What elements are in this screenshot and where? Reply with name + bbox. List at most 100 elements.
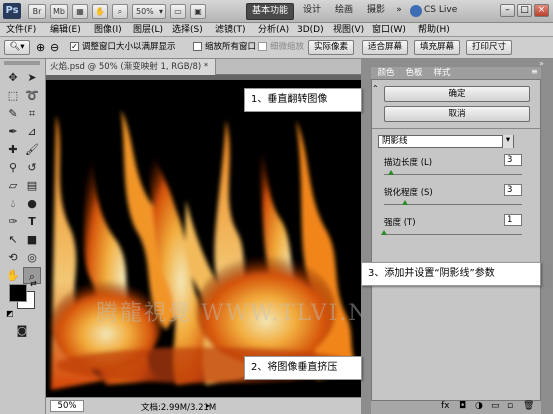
filter-settings-body: ⌃ 确定 取消 阴影线 ▾ 描边长度 (L) 3 锐化程度 (S) 3 强度 (… <box>371 79 542 401</box>
shape-icon[interactable]: ■ <box>23 231 41 248</box>
expand-arrows-icon[interactable]: ⌃ <box>372 84 379 93</box>
menu-layer[interactable]: 图层(L) <box>133 23 163 37</box>
cs-live-button[interactable]: CS Live <box>424 3 472 20</box>
foreground-color-swatch[interactable] <box>9 284 27 302</box>
dodge-icon[interactable]: ● <box>23 195 41 212</box>
ok-button[interactable]: 确定 <box>384 86 530 102</box>
default-colors-icon[interactable]: ◩ <box>6 309 14 318</box>
blur-icon[interactable]: 💧︎ <box>4 195 22 212</box>
minibridge-button[interactable]: Mb <box>50 4 68 19</box>
move-tool-icon[interactable]: ✥ <box>4 69 22 86</box>
cancel-button[interactable]: 取消 <box>384 106 530 122</box>
hand-tool-button[interactable]: ✋ <box>92 4 108 19</box>
menu-help[interactable]: 帮助(H) <box>418 23 450 37</box>
zoom-all-checkbox[interactable] <box>193 42 202 51</box>
path-select-icon[interactable]: ↖ <box>4 231 22 248</box>
view-extras-button[interactable]: ▦ <box>72 4 88 19</box>
quick-mask-icon[interactable]: ◙ <box>13 322 31 339</box>
zoom-in-icon[interactable]: ⊕ <box>36 41 45 54</box>
panel-menu-icon[interactable]: ≡ <box>531 67 538 76</box>
bridge-button[interactable]: Br <box>28 4 46 19</box>
pen-icon[interactable]: ✑ <box>4 213 22 230</box>
sharpness-slider-knob[interactable] <box>401 200 408 205</box>
resize-windows-checkbox[interactable]: ✓ <box>70 42 79 51</box>
zoom-level-select[interactable]: 50% ▾ <box>132 4 166 19</box>
menu-window[interactable]: 窗口(W) <box>372 23 406 37</box>
document-tab[interactable]: 火焰.psd @ 50% (渐变映射 1, RGB/8) * × <box>46 59 216 88</box>
brush-icon[interactable]: 🖌︎ <box>23 141 41 158</box>
print-size-button[interactable]: 打印尺寸 <box>466 40 512 55</box>
quick-select-icon[interactable]: ✎ <box>4 105 22 122</box>
scrubby-zoom-checkbox[interactable] <box>258 42 267 51</box>
menu-select[interactable]: 选择(S) <box>172 23 203 37</box>
workspace-painting[interactable]: 绘画 <box>330 3 358 20</box>
menu-3d[interactable]: 3D(D) <box>297 23 324 37</box>
menu-image[interactable]: 图像(I) <box>94 23 122 37</box>
status-bar: 50% 文档:2.99M/3.21M ▸ <box>46 397 361 414</box>
zoom-all-label: 缩放所有窗口 <box>205 42 257 52</box>
sharpness-input[interactable]: 3 <box>504 184 522 196</box>
screen-mode-button[interactable]: ▣ <box>190 4 206 19</box>
tab-swatches[interactable]: 色板 <box>401 67 427 79</box>
healing-brush-icon[interactable]: ✚ <box>4 141 22 158</box>
gradient-icon[interactable]: ▤ <box>23 177 41 194</box>
flame-image[interactable]: 腾龍視覺 WWW.TLVI.NET <box>46 80 361 397</box>
intensity-input[interactable]: 1 <box>504 214 522 226</box>
maximize-button[interactable]: □ <box>517 4 532 17</box>
intensity-slider[interactable] <box>384 234 522 235</box>
mask-icon[interactable]: ◘ <box>459 401 466 411</box>
minimize-button[interactable]: – <box>500 4 515 17</box>
status-zoom-field[interactable]: 50% <box>50 400 84 412</box>
tab-styles[interactable]: 样式 <box>429 67 455 79</box>
stroke-length-slider[interactable] <box>384 174 522 175</box>
fill-screen-button[interactable]: 填充屏幕 <box>414 40 460 55</box>
workspace-photography[interactable]: 摄影 <box>362 3 390 20</box>
sharpness-label: 锐化程度 (S) <box>384 188 433 198</box>
fit-screen-button[interactable]: 适合屏幕 <box>362 40 408 55</box>
zoom-tool-button[interactable]: ⌕ <box>112 4 128 19</box>
lasso-tool-icon[interactable]: ➰ <box>23 87 41 104</box>
stamp-icon[interactable]: ⚲ <box>4 159 22 176</box>
3d-orbit-icon[interactable]: ◎ <box>23 249 41 266</box>
3d-rotate-icon[interactable]: ⟲ <box>4 249 22 266</box>
adjustment-icon[interactable]: ◑ <box>475 401 483 411</box>
ruler-icon[interactable]: ⊿ <box>23 123 41 140</box>
status-doc-size: 文档:2.99M/3.21M <box>141 403 217 413</box>
menu-analysis[interactable]: 分析(A) <box>258 23 289 37</box>
document-tab-title: 火焰.psd @ 50% (渐变映射 1, RGB/8) * <box>50 62 209 72</box>
tools-grip[interactable] <box>4 61 40 65</box>
type-tool-icon[interactable]: T <box>23 213 41 230</box>
crop-tool-icon[interactable]: ⌗ <box>23 105 41 122</box>
new-layer-icon[interactable]: ▫ <box>507 401 513 411</box>
arrange-documents-button[interactable]: ▭ <box>170 4 186 19</box>
tab-color[interactable]: 颜色 <box>373 67 399 79</box>
status-menu-arrow-icon[interactable]: ▸ <box>206 401 210 410</box>
folder-icon[interactable]: ▭ <box>491 401 500 411</box>
menu-filter[interactable]: 滤镜(T) <box>215 23 246 37</box>
marquee-tool-icon[interactable]: ⬚ <box>4 87 22 104</box>
more-workspaces-button[interactable]: » <box>393 3 405 20</box>
fx-icon[interactable]: fx <box>441 401 450 411</box>
menu-view[interactable]: 视图(V) <box>333 23 364 37</box>
stroke-length-slider-knob[interactable] <box>387 170 394 175</box>
arrow-tool-icon[interactable]: ➤ <box>23 69 41 86</box>
eraser-icon[interactable]: ▱ <box>4 177 22 194</box>
hand-icon[interactable]: ✋ <box>4 267 22 284</box>
menu-edit[interactable]: 编辑(E) <box>50 23 81 37</box>
menu-file[interactable]: 文件(F) <box>6 23 36 37</box>
magnifier-icon: 🔍︎▾ <box>9 42 25 52</box>
trash-icon[interactable]: 🗑︎ <box>523 401 534 411</box>
history-brush-icon[interactable]: ↺ <box>23 159 41 176</box>
stroke-length-input[interactable]: 3 <box>504 154 522 166</box>
workspace-design[interactable]: 设计 <box>298 3 326 20</box>
hand-icon: ✋ <box>95 7 105 16</box>
tool-preset-picker[interactable]: 🔍︎▾ <box>4 40 30 55</box>
swap-colors-icon[interactable]: ⇄ <box>30 279 37 288</box>
intensity-slider-knob[interactable] <box>381 230 387 235</box>
actual-pixels-button[interactable]: 实际像素 <box>308 40 354 55</box>
close-button[interactable]: × <box>534 4 549 17</box>
filter-type-select[interactable]: 阴影线 ▾ <box>378 135 514 148</box>
eyedropper-icon[interactable]: ✒ <box>4 123 22 140</box>
workspace-essentials[interactable]: 基本功能 <box>246 3 294 20</box>
zoom-out-icon[interactable]: ⊖ <box>50 41 59 54</box>
